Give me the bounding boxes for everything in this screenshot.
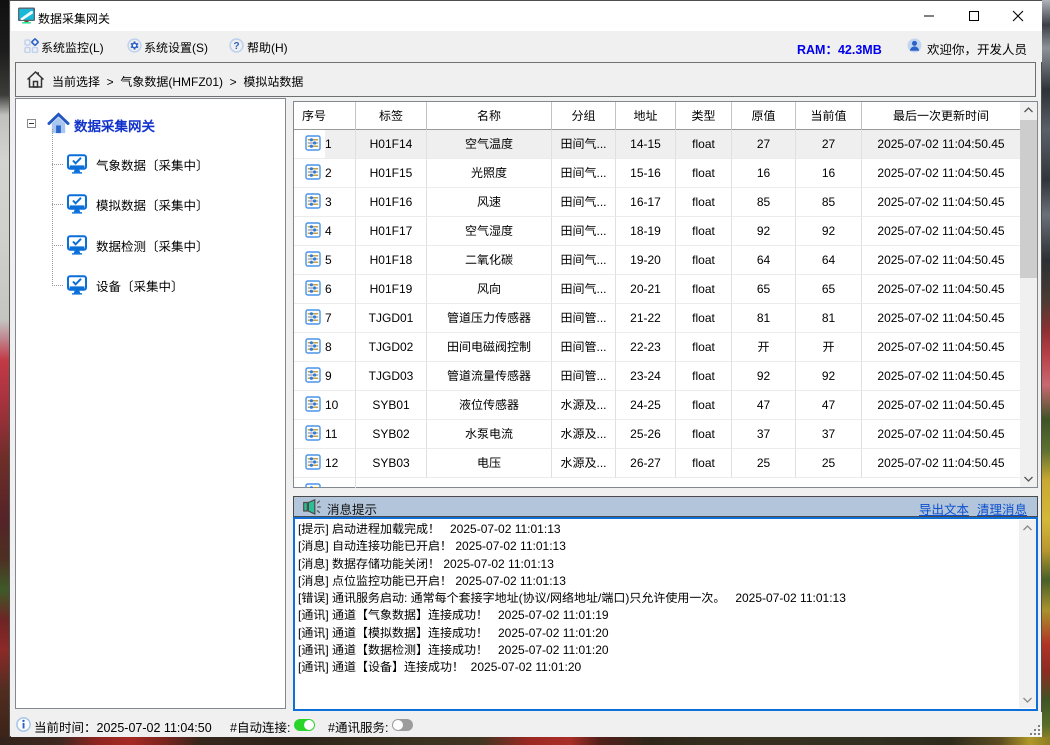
svg-text:?: ? [233, 41, 239, 52]
